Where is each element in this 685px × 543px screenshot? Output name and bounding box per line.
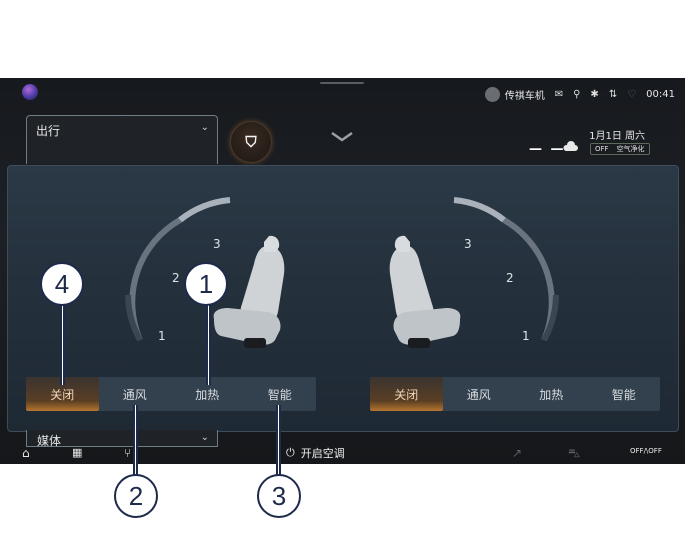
temperature-placeholder: — — [529, 142, 566, 157]
seat-control-panel: 1 2 3 3 2 1 关闭 通风 加热 智能 关闭 通风 加热 智能 [7, 165, 679, 432]
callout-2: 2 [114, 474, 158, 518]
right-mode-smart[interactable]: 智能 [588, 377, 661, 411]
left-level-1: 1 [158, 329, 166, 343]
clock: 00:41 [646, 88, 675, 100]
fan-icon[interactable]: ↗ [512, 446, 522, 460]
callout-leader-2 [133, 405, 138, 475]
left-level-2: 2 [172, 271, 180, 285]
cloud-icon [563, 141, 578, 151]
car-icon[interactable]: ⛍ [568, 446, 580, 462]
right-seat-image [389, 235, 461, 348]
network-icon: ⇅ [608, 88, 618, 100]
avatar [484, 86, 500, 102]
map-pin-icon: ⛉ [245, 133, 257, 151]
pull-handle[interactable] [320, 82, 364, 84]
right-mode-ventilate[interactable]: 通风 [443, 377, 516, 411]
callout-leader-1 [206, 305, 211, 385]
defrost-toggle[interactable]: OFF/\OFF [630, 447, 662, 455]
heart-icon: ♡ [627, 88, 637, 100]
status-bar: 传祺车机 ✉ ⚲ ✱ ⇅ ♡ 00:41 [484, 86, 675, 102]
signal-icon: ⚲ [573, 88, 581, 100]
user-name: 传祺车机 [504, 90, 545, 102]
left-seat-mode-selector: 关闭 通风 加热 智能 [26, 377, 316, 411]
destination-dropdown[interactable]: 出行 ⌄ [26, 115, 218, 164]
user-account[interactable]: 传祺车机 [484, 86, 545, 102]
seat-icon[interactable]: ⑂ [124, 446, 131, 460]
destination-label: 出行 [36, 124, 61, 138]
chevron-down-icon: ⌄ [200, 122, 209, 133]
bluetooth-icon: ✱ [590, 88, 599, 100]
callout-3: 3 [257, 474, 301, 518]
home-icon[interactable]: ⌂ [22, 446, 30, 460]
right-level-1: 1 [522, 329, 530, 343]
callout-leader-3 [276, 405, 281, 475]
apps-grid-icon[interactable]: ▦ [72, 446, 82, 459]
air-purify-label: 空气净化 [616, 145, 645, 153]
collapse-chevron-icon[interactable] [330, 130, 354, 144]
mail-icon: ✉ [554, 88, 564, 100]
air-purify-badge[interactable]: OFF 空气净化 [590, 143, 650, 155]
callout-4: 4 [40, 262, 84, 306]
navigation-button[interactable]: ⛉ [230, 121, 272, 163]
head-unit-screen: 传祺车机 ✉ ⚲ ✱ ⇅ ♡ 00:41 1月1日 周六 — — OFF 空气净… [0, 78, 685, 464]
bottom-bar: ⌂ ▦ ⑂ ⏻ 开启空调 ↗ ⛍ OFF/\OFF [0, 444, 685, 464]
right-mode-heat[interactable]: 加热 [515, 377, 588, 411]
callout-1: 1 [184, 262, 228, 306]
chevron-down-icon: ⌄ [200, 432, 209, 443]
right-seat-mode-selector: 关闭 通风 加热 智能 [370, 377, 660, 411]
power-icon: ⏻ [286, 446, 295, 459]
date-label: 1月1日 周六 [589, 131, 645, 142]
ac-label: 开启空调 [300, 447, 345, 460]
air-purify-state: OFF [595, 145, 609, 153]
right-level-2: 2 [506, 271, 514, 285]
ac-toggle[interactable]: ⏻ 开启空调 [286, 445, 345, 461]
callout-leader-4 [60, 305, 65, 385]
right-mode-off[interactable]: 关闭 [370, 377, 443, 411]
app-logo-icon[interactable] [22, 84, 38, 100]
